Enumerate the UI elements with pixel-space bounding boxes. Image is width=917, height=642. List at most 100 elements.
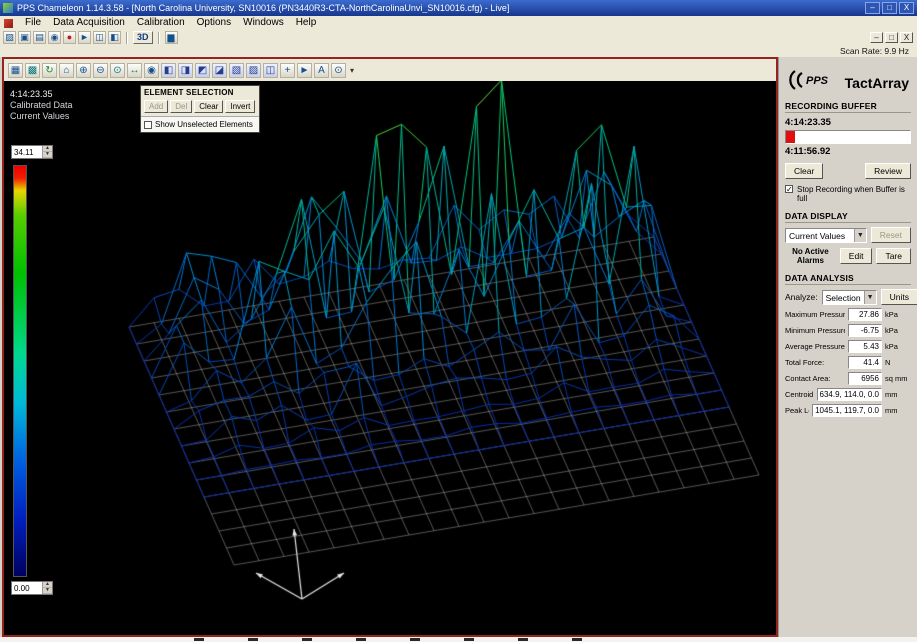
menu-help[interactable]: Help <box>290 16 323 30</box>
scale-max-spinner[interactable]: ▲ ▼ <box>42 146 52 158</box>
stat-label: Total Force: <box>785 358 825 367</box>
bottom-tick-marks <box>150 638 620 641</box>
menu-calibration[interactable]: Calibration <box>131 16 191 30</box>
analyze-dropdown[interactable]: Selection ▼ <box>821 289 877 305</box>
view-2d-icon[interactable]: ▦ <box>8 62 23 78</box>
title-bar: PPS Chameleon 1.14.3.58 - [North Carolin… <box>0 0 917 16</box>
mdi-restore-button[interactable]: □ <box>885 32 898 43</box>
svg-text:PPS: PPS <box>806 75 829 87</box>
main-toolbar-icons: ▨ ▣ ▤ ◉ ● ► ◫ ◧ <box>3 31 121 44</box>
stat-value-box: 634.9, 114.0, 0.0 <box>816 388 882 401</box>
window-layout-icon[interactable]: ◫ <box>93 31 106 44</box>
frame-back-icon[interactable]: ◧ <box>161 62 176 78</box>
tare-button[interactable]: Tare <box>876 248 911 264</box>
stat-unit: mm <box>885 406 898 415</box>
stop-recording-row[interactable]: Stop Recording when Buffer is full <box>785 185 911 203</box>
layout-e-icon[interactable]: ◫ <box>263 62 278 78</box>
clear-buffer-button[interactable]: Clear <box>785 163 824 179</box>
zoom-in-icon[interactable]: ⊕ <box>76 62 91 78</box>
snapshot-icon[interactable]: ◉ <box>48 31 61 44</box>
plot-window: ▦ ▩ ↻ ⌂ ⊕ ⊖ ⊙ ↔ ◉ ◧ ◨ ◩ ◪ ▧ ▨ ◫ + ► A ⊙ ▾ 4:14:23.35 Calibra… <box>2 57 778 637</box>
show-unselected-checkbox[interactable] <box>144 120 152 129</box>
magnifier-icon[interactable]: ⊙ <box>331 62 346 78</box>
stat-unit: kPa <box>885 342 898 351</box>
element-selection-popup: ELEMENT SELECTION Add Del Clear Invert Show… <box>140 85 260 133</box>
mdi-minimize-button[interactable]: – <box>870 32 883 43</box>
stat-label: Maximum Pressure: <box>785 310 845 319</box>
alarm-status-label: No Active Alarms <box>792 247 829 265</box>
maximize-button[interactable]: □ <box>882 2 897 14</box>
recording-buffer-title: RECORDING BUFFER <box>785 101 911 113</box>
overlay-line: Calibrated Data <box>10 100 73 110</box>
stat-label: Average Pressure: <box>785 342 845 351</box>
chevron-down-icon[interactable]: ▼ <box>863 290 876 304</box>
record-icon[interactable]: ● <box>63 31 76 44</box>
scale-min-spinner[interactable]: ▲ ▼ <box>42 582 52 594</box>
surface-3d-plot[interactable] <box>4 81 776 635</box>
open-icon[interactable]: ▨ <box>3 31 16 44</box>
show-unselected-row[interactable]: Show Unselected Elements <box>141 116 259 132</box>
menu-windows[interactable]: Windows <box>237 16 290 30</box>
toolbar-separator <box>126 31 128 44</box>
analysis-stats: Maximum Pressure:27.86kPaMinimum Pressur… <box>785 308 911 417</box>
stat-label: Minimum Pressure: <box>785 326 845 335</box>
selection-clear-button[interactable]: Clear <box>194 100 224 113</box>
print-icon[interactable]: ▤ <box>33 31 46 44</box>
stat-value-box: 5.43 <box>848 340 882 353</box>
stat-value-box: 1045.1, 119.7, 0.0 <box>812 404 882 417</box>
camera-icon[interactable]: ◉ <box>144 62 159 78</box>
element-selection-buttons: Add Del Clear Invert <box>141 99 259 116</box>
view-3d-button[interactable]: 3D <box>133 31 153 44</box>
pointer-icon[interactable]: ► <box>297 62 312 78</box>
mdi-close-button[interactable]: X <box>900 32 913 43</box>
units-button[interactable]: Units <box>880 289 917 305</box>
menu-options[interactable]: Options <box>191 16 237 30</box>
stat-value-box: 6956 <box>848 372 882 385</box>
buffer-total-time: 4:11:56.92 <box>785 146 831 157</box>
toolbar-separator <box>157 31 160 44</box>
split-view-icon[interactable]: ◧ <box>108 31 121 44</box>
frame-forward-icon[interactable]: ◨ <box>178 62 193 78</box>
layout-b-icon[interactable]: ◪ <box>212 62 227 78</box>
playback-icon[interactable]: ► <box>78 31 91 44</box>
crosshair-icon[interactable]: + <box>280 62 295 78</box>
zoom-box-icon[interactable]: ⊙ <box>110 62 125 78</box>
selection-add-button[interactable]: Add <box>144 100 169 113</box>
menu-data-acquisition[interactable]: Data Acquisition <box>47 16 131 30</box>
scale-max-input[interactable]: 34.11 ▲ ▼ <box>11 145 53 159</box>
zoom-out-icon[interactable]: ⊖ <box>93 62 108 78</box>
more-tools-caret-icon[interactable]: ▾ <box>348 66 356 75</box>
save-icon[interactable]: ▣ <box>18 31 31 44</box>
data-analysis-group: DATA ANALYSIS Analyze: Selection ▼ Units… <box>785 273 917 417</box>
menu-file[interactable]: File <box>19 16 47 30</box>
review-buffer-button[interactable]: Review <box>865 163 911 179</box>
plot-overlay-text: 4:14:23.35 Calibrated Data Current Values <box>10 89 73 122</box>
scale-min-input[interactable]: 0.00 ▲ ▼ <box>11 581 53 595</box>
rotate-view-icon[interactable]: ↻ <box>42 62 57 78</box>
layout-c-icon[interactable]: ▧ <box>229 62 244 78</box>
stop-recording-checkbox[interactable] <box>785 185 793 193</box>
overlay-line: 4:14:23.35 <box>10 89 53 99</box>
stat-value-box: 41.4 <box>848 356 882 369</box>
menu-bar: File Data Acquisition Calibration Options Wi… <box>0 16 917 30</box>
selection-invert-button[interactable]: Invert <box>225 100 256 113</box>
minimize-button[interactable]: – <box>865 2 880 14</box>
brand-row: PPS TactArray <box>787 69 909 91</box>
center-view-icon[interactable]: ⌂ <box>59 62 74 78</box>
selection-del-button[interactable]: Del <box>170 100 193 113</box>
close-button[interactable]: X <box>899 2 914 14</box>
show-unselected-label: Show Unselected Elements <box>155 120 253 129</box>
label-icon[interactable]: A <box>314 62 329 78</box>
chevron-down-icon[interactable]: ▼ <box>853 228 866 242</box>
view-3d-icon[interactable]: ▩ <box>25 62 40 78</box>
stat-row: Centroid: 634.9, 114.0, 0.0 mm <box>785 388 911 401</box>
layout-a-icon[interactable]: ◩ <box>195 62 210 78</box>
analyze-label: Analyze: <box>785 292 818 302</box>
reset-button[interactable]: Reset <box>870 227 911 243</box>
pan-icon[interactable]: ↔ <box>127 62 142 78</box>
chart-icon[interactable]: ▆ <box>164 31 178 44</box>
document-icon <box>4 18 13 28</box>
display-mode-dropdown[interactable]: Current Values ▼ <box>785 227 867 243</box>
edit-alarms-button[interactable]: Edit <box>839 248 873 264</box>
layout-d-icon[interactable]: ▨ <box>246 62 261 78</box>
